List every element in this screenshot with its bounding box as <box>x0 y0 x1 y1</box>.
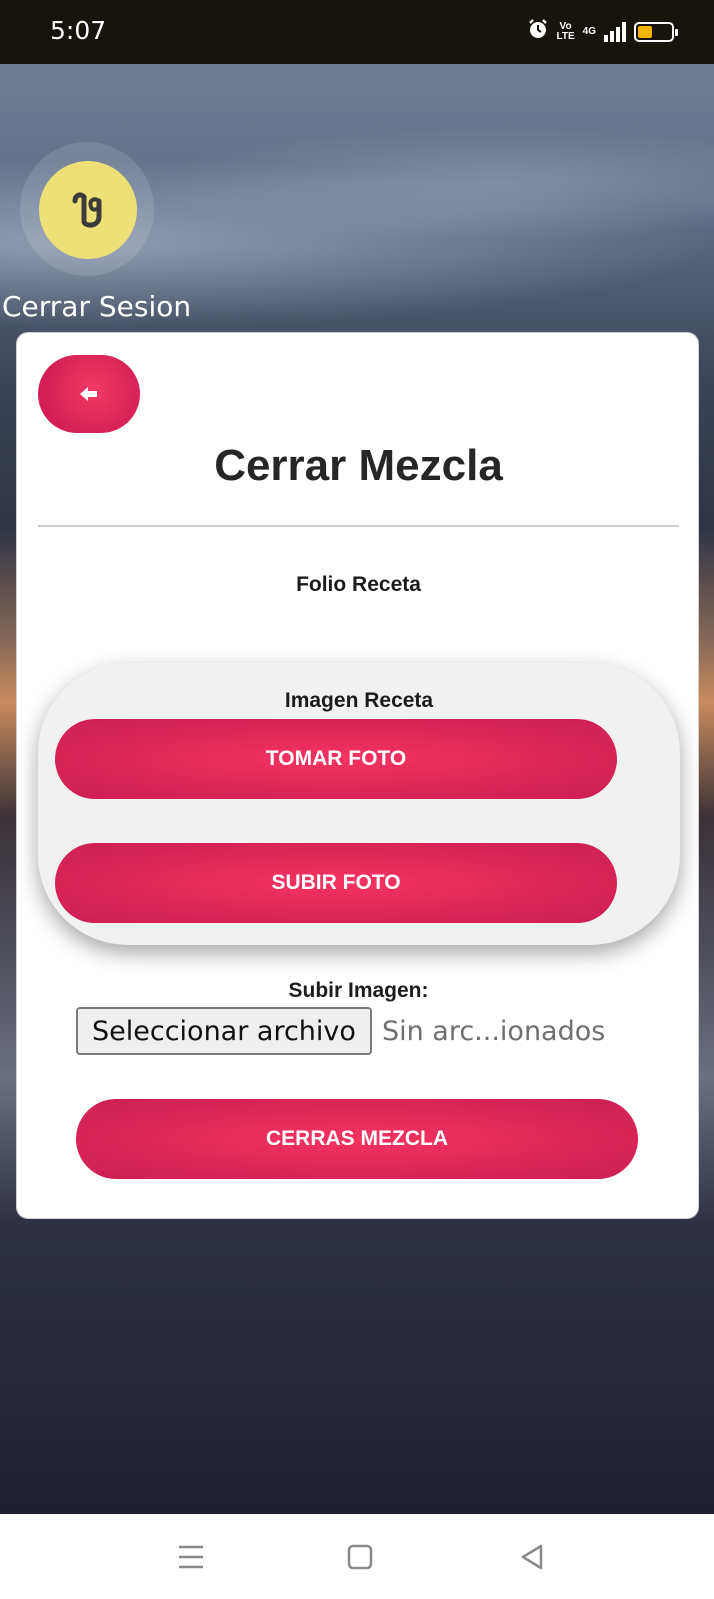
back-icon[interactable] <box>515 1540 549 1574</box>
status-time: 5:07 <box>50 16 107 45</box>
volte-bottom: LTE <box>556 30 575 42</box>
page-title: Cerrar Mezcla <box>214 441 503 490</box>
avatar-circle <box>39 161 137 259</box>
file-status: Sin arc...ionados <box>381 1015 606 1047</box>
navigation-bar <box>0 1514 714 1599</box>
take-photo-button[interactable]: TOMAR FOTO <box>55 719 617 799</box>
avatar[interactable] <box>20 142 154 276</box>
logout-link[interactable]: Cerrar Sesion <box>2 290 191 323</box>
status-bar: 5:07 Vo LTE 4G <box>0 0 714 64</box>
file-input: Seleccionar archivo Sin arc...ionados <box>76 1007 605 1055</box>
battery-icon <box>634 21 678 42</box>
user-logo-icon <box>72 192 102 228</box>
status-icons: Vo LTE 4G <box>527 18 678 45</box>
upload-image-label: Subir Imagen: <box>288 979 429 1002</box>
arrow-left-icon <box>80 387 97 401</box>
signal-icon <box>604 21 626 42</box>
close-mix-button[interactable]: CERRAS MEZCLA <box>76 1099 638 1179</box>
folio-label: Folio Receta <box>296 573 421 596</box>
upload-photo-button[interactable]: SUBIR FOTO <box>55 843 617 923</box>
image-panel-label: Imagen Receta <box>284 689 434 712</box>
menu-icon[interactable] <box>174 1540 208 1574</box>
divider <box>38 525 679 527</box>
file-select-button[interactable]: Seleccionar archivo <box>76 1007 372 1055</box>
home-icon[interactable] <box>343 1540 377 1574</box>
volte-icon: Vo LTE <box>556 21 575 42</box>
battery-fill <box>638 25 653 38</box>
close-mix-card: Cerrar Mezcla Folio Receta Imagen Receta… <box>16 332 699 1219</box>
back-button[interactable] <box>38 355 140 433</box>
signal-type-label: 4G <box>582 25 596 37</box>
alarm-icon <box>527 18 549 45</box>
